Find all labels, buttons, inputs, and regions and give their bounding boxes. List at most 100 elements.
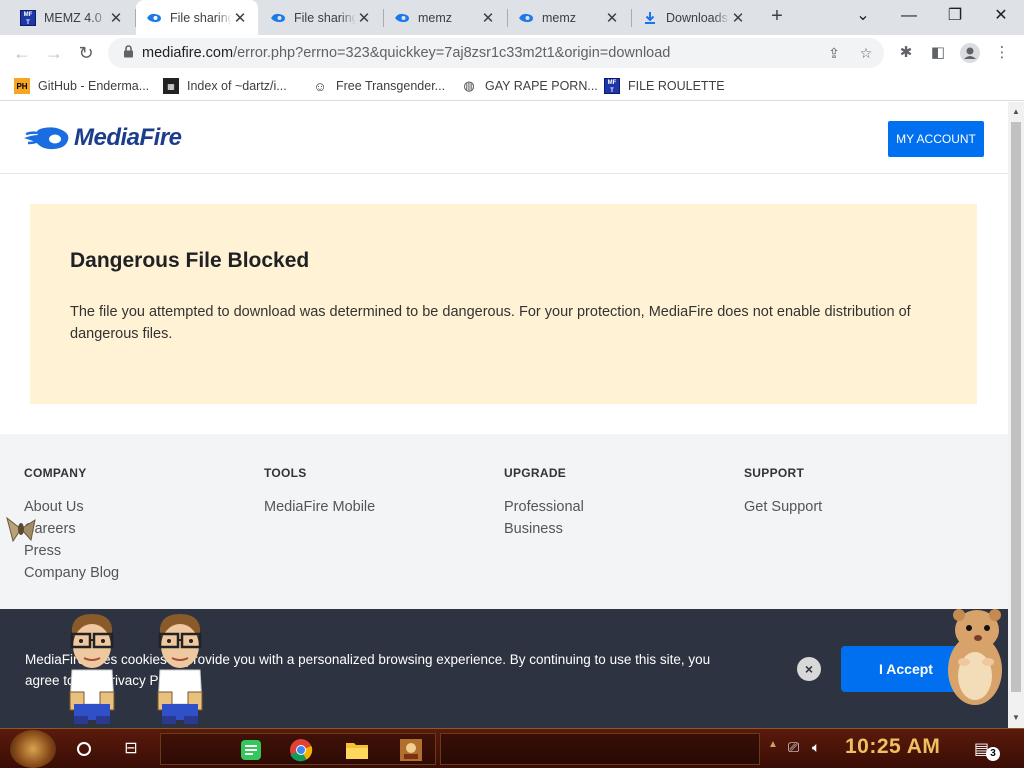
notes-app-icon[interactable] <box>237 736 265 764</box>
close-window-button[interactable]: ✕ <box>987 4 1015 28</box>
bookmark-label: FILE ROULETTE <box>628 79 725 93</box>
chrome-icon[interactable] <box>287 736 315 764</box>
network-icon[interactable]: ⎚ <box>788 739 799 756</box>
globe-icon: ◍ <box>463 78 475 93</box>
close-icon[interactable]: ✕ <box>480 9 496 27</box>
mediafire-logo[interactable]: MediaFire <box>24 124 182 152</box>
notification-count-badge: 3 <box>986 747 1000 761</box>
tab-downloads[interactable]: Downloads ✕ <box>632 0 756 35</box>
tray-overflow-chevron-icon[interactable]: ▲ <box>768 739 778 750</box>
tab-title: File sharing <box>294 10 356 25</box>
footer-column-company: COMPANY About Us Careers Press Company B… <box>24 466 119 584</box>
lock-icon[interactable] <box>114 45 142 61</box>
site-footer: COMPANY About Us Careers Press Company B… <box>0 434 1008 634</box>
hamster-sprite-icon <box>942 606 1008 713</box>
browser-tab-strip: MF T MEMZ 4.0 ✕ File sharing ✕ File shari… <box>0 0 1024 35</box>
volume-muted-icon[interactable]: 🔈︎ <box>812 739 820 756</box>
bookmark-github[interactable]: PH GitHub - Enderma... <box>14 76 149 96</box>
tab-memz-4[interactable]: MF T MEMZ 4.0 ✕ <box>10 0 134 35</box>
extensions-puzzle-icon[interactable]: ✱ <box>892 39 920 67</box>
footer-column-tools: TOOLS MediaFire Mobile <box>264 466 375 518</box>
mediafire-flame-icon <box>394 10 410 26</box>
close-icon[interactable]: ✕ <box>232 9 248 27</box>
cartoon-man-sprite-icon <box>152 612 208 731</box>
bookmark-label: GAY RAPE PORN... <box>485 79 598 93</box>
moth-sprite-icon <box>4 514 38 549</box>
game-app-icon[interactable] <box>397 736 425 764</box>
tab-title: MEMZ 4.0 <box>44 10 102 25</box>
footer-column-upgrade: UPGRADE Professional Business <box>504 466 584 540</box>
footer-link-professional[interactable]: Professional <box>504 496 584 518</box>
bookmark-label: Index of ~dartz/i... <box>187 79 287 93</box>
footer-column-support: SUPPORT Get Support <box>744 466 822 518</box>
mediafire-flame-logo-icon <box>24 127 69 150</box>
bookmarks-bar: PH GitHub - Enderma... ▦ Index of ~dartz… <box>0 71 1024 101</box>
ph-icon: PH <box>14 78 30 94</box>
footer-heading: COMPANY <box>24 466 87 480</box>
tab-memz-2[interactable]: memz ✕ <box>508 0 630 35</box>
footer-heading: SUPPORT <box>744 466 805 480</box>
browser-toolbar: ← → ↻ mediafire.com/error.php?errno=323&… <box>0 35 1024 71</box>
mf-icon: MF T <box>20 9 36 26</box>
url-path: /error.php?errno=323&quickkey=7aj8zsr1c3… <box>233 45 671 61</box>
close-icon[interactable]: ✕ <box>730 9 746 27</box>
bookmark-free-transgender[interactable]: ☺ Free Transgender... <box>312 76 445 96</box>
restore-button[interactable]: ❐ <box>941 4 969 28</box>
menu-kebab-icon[interactable]: ⋮ <box>988 39 1016 67</box>
bookmark-label: Free Transgender... <box>336 79 446 93</box>
url-text[interactable]: mediafire.com/error.php?errno=323&quickk… <box>142 45 670 61</box>
scroll-up-arrow-icon[interactable]: ▲ <box>1008 104 1024 120</box>
new-tab-button[interactable]: + <box>765 5 789 29</box>
mask-icon: ☺ <box>313 78 327 94</box>
bookmark-file-roulette[interactable]: MF T FILE ROULETTE <box>604 76 725 96</box>
bookmark-star-icon[interactable]: ☆ <box>852 38 880 68</box>
profile-avatar-icon[interactable] <box>956 39 984 67</box>
footer-link-get-support[interactable]: Get Support <box>744 496 822 518</box>
site-header: MediaFire MY ACCOUNT <box>0 102 1008 174</box>
task-view-icon[interactable]: ⊟ <box>117 735 145 763</box>
footer-link-press[interactable]: Press <box>24 540 119 562</box>
taskbar-clock[interactable]: 10:25 AM <box>845 735 940 759</box>
tab-title: memz <box>542 10 577 25</box>
side-panel-icon[interactable]: ◧ <box>924 39 952 67</box>
tab-search-chevron-icon[interactable]: ⌄ <box>849 4 877 28</box>
mediafire-flame-icon <box>146 10 162 26</box>
scroll-down-arrow-icon[interactable]: ▼ <box>1008 710 1024 726</box>
footer-link-about-us[interactable]: About Us <box>24 496 119 518</box>
reload-icon[interactable]: ↻ <box>72 39 100 67</box>
mediafire-flame-icon <box>518 10 534 26</box>
mf-icon: MF T <box>604 78 620 94</box>
forward-arrow-icon[interactable]: → <box>40 39 68 67</box>
tab-file-sharing-active[interactable]: File sharing ✕ <box>136 0 258 35</box>
bookmark-globe-site[interactable]: ◍ GAY RAPE PORN... <box>461 76 598 96</box>
tab-title: memz <box>418 10 453 25</box>
footer-link-business[interactable]: Business <box>504 518 584 540</box>
search-circle-icon[interactable] <box>70 735 98 763</box>
download-icon <box>642 10 658 26</box>
tab-memz[interactable]: memz ✕ <box>384 0 506 35</box>
close-icon[interactable]: ✕ <box>108 9 124 27</box>
taskbar-running-area <box>440 733 760 765</box>
footer-link-company-blog[interactable]: Company Blog <box>24 562 119 584</box>
page-scrollbar[interactable]: ▲ ▼ <box>1008 102 1024 728</box>
address-bar[interactable]: mediafire.com/error.php?errno=323&quickk… <box>108 38 884 68</box>
footer-heading: TOOLS <box>264 466 307 480</box>
my-account-button[interactable]: MY ACCOUNT <box>888 121 984 157</box>
back-arrow-icon[interactable]: ← <box>8 39 36 67</box>
cookie-close-button[interactable]: × <box>797 657 821 681</box>
close-icon[interactable]: ✕ <box>604 9 620 27</box>
alert-message: The file you attempted to download was d… <box>70 304 911 342</box>
file-explorer-folder-icon[interactable] <box>343 736 371 764</box>
bookmark-index-of[interactable]: ▦ Index of ~dartz/i... <box>163 76 287 96</box>
share-icon[interactable]: ⇪ <box>820 38 848 68</box>
tab-file-sharing[interactable]: File sharing ✕ <box>260 0 382 35</box>
scrollbar-thumb[interactable] <box>1011 122 1021 692</box>
footer-link-mediafire-mobile[interactable]: MediaFire Mobile <box>264 496 375 518</box>
close-icon[interactable]: ✕ <box>356 9 372 27</box>
dangerous-file-alert: Dangerous File Blocked The file you atte… <box>30 204 977 404</box>
start-button[interactable] <box>10 730 56 768</box>
footer-link-careers[interactable]: Careers <box>24 518 119 540</box>
mediafire-flame-icon <box>270 10 286 26</box>
cookie-message: MediaFire uses cookies to provide you wi… <box>25 652 711 688</box>
minimize-button[interactable]: — <box>895 4 923 28</box>
